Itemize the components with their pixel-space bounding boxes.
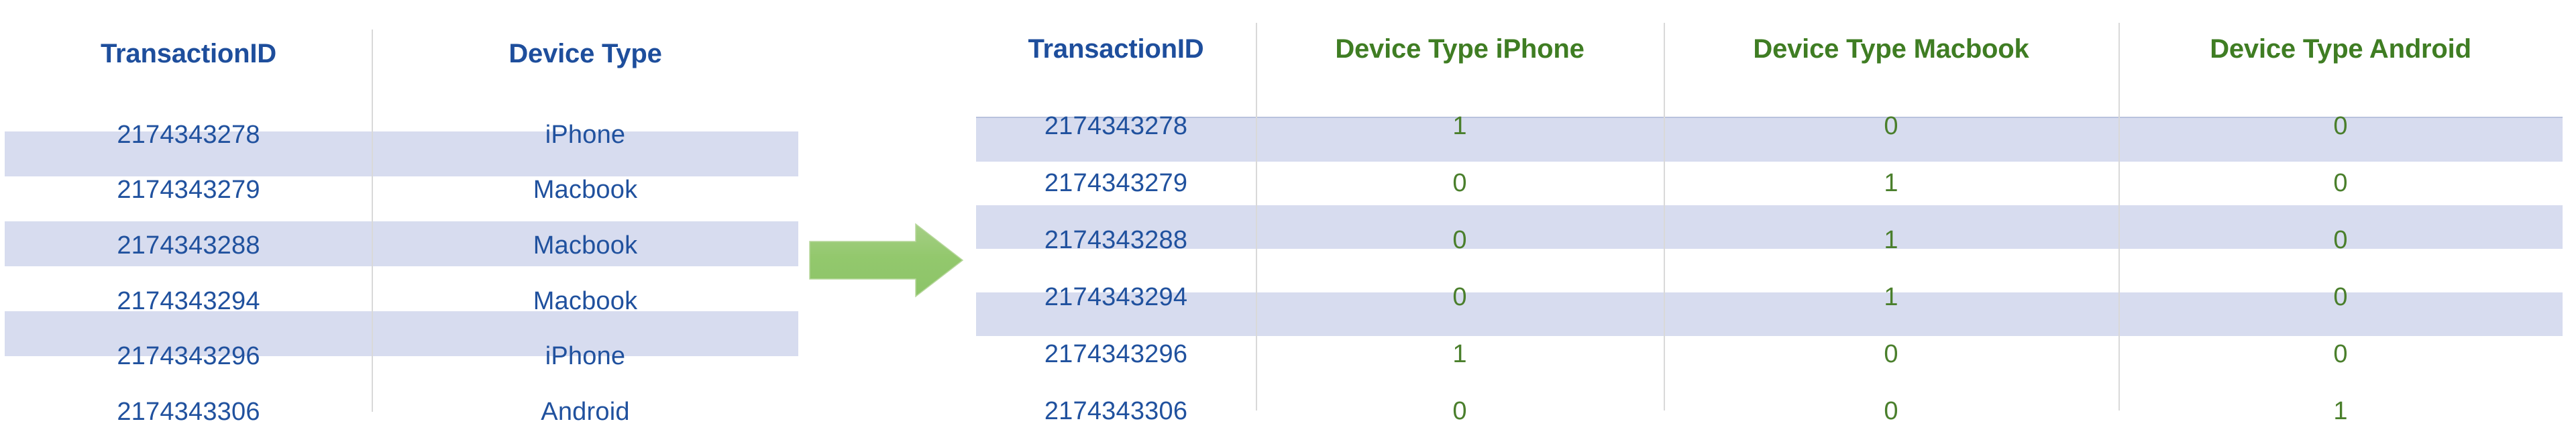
- right-cell-iphone: 1: [1452, 112, 1467, 140]
- right-cell-macbook: 0: [1884, 397, 1898, 425]
- left-cell-device-type: iPhone: [545, 120, 626, 149]
- left-cell-transactionid: 2174343296: [117, 342, 260, 371]
- right-cell-macbook: 1: [1884, 283, 1898, 311]
- right-cell-transactionid: 2174343279: [1044, 169, 1188, 197]
- table-row: 2174343306 Android: [5, 384, 798, 440]
- left-column-header-device-type: Device Type: [508, 38, 662, 68]
- left-cell-device-type: iPhone: [545, 342, 626, 371]
- left-cell-device-type: Macbook: [533, 176, 638, 205]
- left-cell-transactionid: 2174343294: [117, 286, 260, 315]
- left-table-header-row: TransactionID Device Type: [5, 0, 798, 107]
- arrow-right-icon: [809, 223, 964, 298]
- right-cell-macbook: 0: [1884, 340, 1898, 368]
- table-row: 2174343296 iPhone: [5, 329, 798, 385]
- one-hot-encoded-table: TransactionID Device Type iPhone Device …: [976, 0, 2563, 440]
- right-cell-iphone: 1: [1452, 340, 1467, 368]
- table-row: 2174343279 Macbook: [5, 163, 798, 219]
- right-cell-transactionid: 2174343296: [1044, 340, 1188, 368]
- right-cell-android: 0: [2333, 283, 2348, 311]
- table-row: 2174343288 Macbook: [5, 218, 798, 274]
- right-table-header-row: TransactionID Device Type iPhone Device …: [976, 0, 2563, 98]
- right-cell-transactionid: 2174343306: [1044, 397, 1188, 425]
- left-column-header-transactionid: TransactionID: [101, 38, 276, 68]
- transform-arrow: [807, 221, 965, 299]
- table-row: 2174343294 0 1 0: [976, 269, 2563, 326]
- right-cell-android: 0: [2333, 169, 2348, 197]
- right-cell-macbook: 0: [1884, 112, 1898, 140]
- right-column-header-device-type-iphone: Device Type iPhone: [1335, 34, 1585, 64]
- right-cell-iphone: 0: [1452, 397, 1467, 425]
- left-cell-device-type: Macbook: [533, 231, 638, 260]
- right-cell-iphone: 0: [1452, 283, 1467, 311]
- right-column-header-device-type-macbook: Device Type Macbook: [1753, 34, 2029, 64]
- left-cell-transactionid: 2174343278: [117, 120, 260, 149]
- right-cell-transactionid: 2174343278: [1044, 112, 1188, 140]
- source-table: TransactionID Device Type 2174343278 iPh…: [5, 0, 798, 440]
- left-cell-transactionid: 2174343288: [117, 231, 260, 260]
- right-cell-iphone: 0: [1452, 226, 1467, 254]
- right-cell-macbook: 1: [1884, 169, 1898, 197]
- right-cell-android: 0: [2333, 340, 2348, 368]
- table-row: 2174343278 1 0 0: [976, 98, 2563, 155]
- right-column-header-transactionid: TransactionID: [1028, 34, 1204, 64]
- right-cell-iphone: 0: [1452, 169, 1467, 197]
- table-row: 2174343278 iPhone: [5, 107, 798, 163]
- left-cell-device-type: Android: [541, 398, 630, 427]
- table-row: 2174343306 0 0 1: [976, 383, 2563, 440]
- table-row: 2174343296 1 0 0: [976, 326, 2563, 383]
- right-cell-transactionid: 2174343288: [1044, 226, 1188, 254]
- right-cell-android: 0: [2333, 226, 2348, 254]
- left-cell-device-type: Macbook: [533, 286, 638, 315]
- left-cell-transactionid: 2174343306: [117, 398, 260, 427]
- right-cell-transactionid: 2174343294: [1044, 283, 1188, 311]
- right-cell-android: 0: [2333, 112, 2348, 140]
- right-cell-android: 1: [2333, 397, 2348, 425]
- table-row: 2174343279 0 1 0: [976, 155, 2563, 212]
- right-column-header-device-type-android: Device Type Android: [2210, 34, 2471, 64]
- left-cell-transactionid: 2174343279: [117, 176, 260, 205]
- one-hot-encoding-illustration: TransactionID Device Type 2174343278 iPh…: [0, 0, 2576, 440]
- table-row: 2174343288 0 1 0: [976, 212, 2563, 269]
- right-cell-macbook: 1: [1884, 226, 1898, 254]
- table-row: 2174343294 Macbook: [5, 274, 798, 329]
